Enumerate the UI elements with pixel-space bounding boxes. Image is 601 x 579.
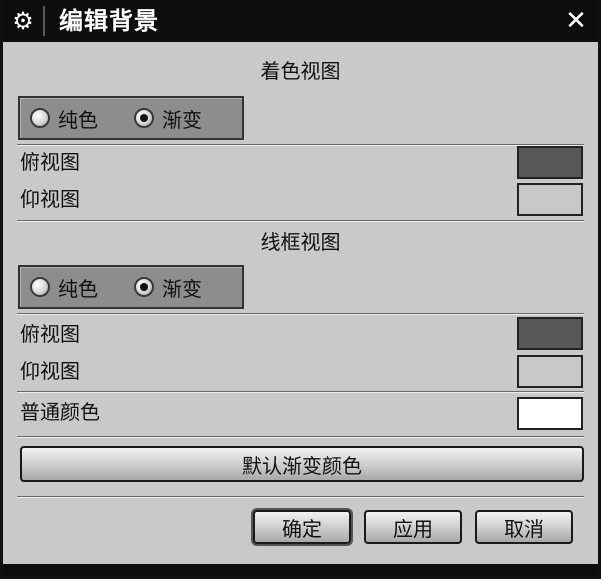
- radio-checked-icon: [134, 108, 154, 128]
- radio-unchecked-icon: [30, 277, 50, 297]
- radio-unchecked-icon: [30, 108, 50, 128]
- wireframe-gradient-radio[interactable]: 渐变: [134, 267, 202, 307]
- plain-color-label: 普通颜色: [20, 400, 100, 424]
- wireframe-solid-label: 纯色: [58, 276, 98, 301]
- cancel-button[interactable]: 取消: [475, 510, 573, 544]
- bottom-frame: [3, 564, 598, 576]
- apply-button[interactable]: 应用: [364, 510, 462, 544]
- close-icon[interactable]: ✕: [554, 0, 598, 42]
- shaded-gradient-label: 渐变: [162, 107, 202, 132]
- edit-background-dialog: ⚙ 编辑背景 ✕ 着色视图 纯色 渐变 俯视图 仰视图 线框视图 纯色 渐变 俯…: [0, 0, 601, 579]
- shaded-top-label: 俯视图: [20, 150, 80, 174]
- wireframe-top-color-swatch[interactable]: [517, 317, 583, 350]
- shaded-gradient-radio[interactable]: 渐变: [134, 98, 202, 138]
- radio-checked-icon: [134, 277, 154, 297]
- ok-button[interactable]: 确定: [253, 510, 351, 544]
- divider: [17, 220, 584, 222]
- divider: [17, 436, 584, 438]
- shaded-view-mode-group: 纯色 渐变: [18, 96, 244, 140]
- divider: [17, 144, 584, 146]
- divider: [17, 391, 584, 393]
- shaded-top-color-swatch[interactable]: [517, 146, 583, 179]
- wireframe-top-label: 俯视图: [20, 322, 80, 346]
- shaded-solid-label: 纯色: [58, 107, 98, 132]
- wireframe-view-mode-group: 纯色 渐变: [18, 265, 244, 309]
- shaded-bottom-color-swatch[interactable]: [517, 183, 583, 216]
- gear-icon[interactable]: ⚙: [3, 0, 43, 42]
- shaded-view-heading: 着色视图: [260, 59, 341, 83]
- shaded-solid-radio[interactable]: 纯色: [30, 98, 98, 138]
- default-gradient-button[interactable]: 默认渐变颜色: [20, 446, 584, 482]
- wireframe-view-heading: 线框视图: [260, 230, 341, 254]
- plain-color-swatch[interactable]: [517, 397, 583, 430]
- wireframe-solid-radio[interactable]: 纯色: [30, 267, 98, 307]
- wireframe-bottom-color-swatch[interactable]: [517, 355, 583, 388]
- wireframe-gradient-label: 渐变: [162, 276, 202, 301]
- wireframe-bottom-label: 仰视图: [20, 359, 80, 383]
- dialog-title: 编辑背景: [59, 7, 159, 35]
- shaded-bottom-label: 仰视图: [20, 187, 80, 211]
- title-bar[interactable]: ⚙ 编辑背景 ✕: [3, 0, 598, 42]
- divider: [17, 496, 584, 498]
- title-separator: [43, 6, 45, 36]
- divider: [17, 313, 584, 315]
